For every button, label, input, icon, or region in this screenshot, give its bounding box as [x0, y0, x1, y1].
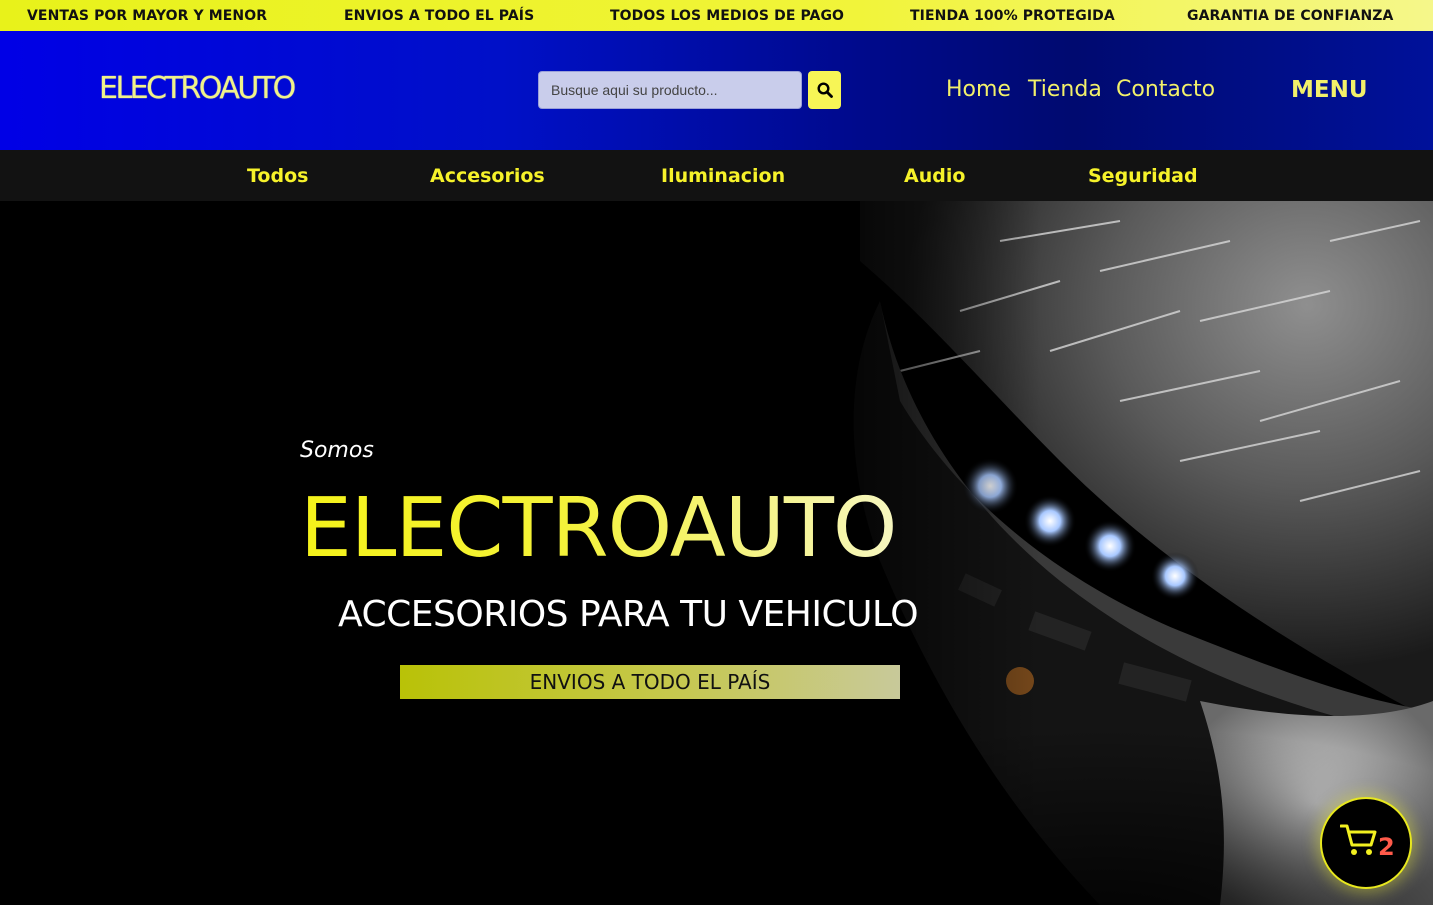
announcement-item: VENTAS POR MAYOR Y MENOR	[27, 8, 268, 24]
hero-brand: ELECTROAUTO	[300, 481, 897, 576]
search-input[interactable]	[538, 71, 802, 109]
nav-link-tienda[interactable]: Tienda	[1028, 77, 1102, 102]
announcement-bar: VENTAS POR MAYOR Y MENOR ENVIOS A TODO E…	[0, 0, 1433, 31]
nav-link-contacto[interactable]: Contacto	[1116, 77, 1215, 102]
cart-count-badge: 2	[1378, 833, 1395, 861]
announcement-item: TIENDA 100% PROTEGIDA	[910, 8, 1115, 24]
category-iluminacion[interactable]: Iluminacion	[661, 165, 785, 187]
search-button[interactable]	[808, 71, 841, 109]
menu-button[interactable]: MENU	[1291, 77, 1368, 103]
announcement-item: GARANTIA DE CONFIANZA	[1187, 8, 1394, 24]
cart-icon	[1340, 824, 1377, 855]
announcement-item: TODOS LOS MEDIOS DE PAGO	[610, 8, 845, 24]
category-seguridad[interactable]: Seguridad	[1088, 165, 1198, 187]
cart-button[interactable]: 2	[1320, 797, 1412, 889]
hero-tagline: ACCESORIOS PARA TU VEHICULO	[338, 594, 919, 635]
category-bar: Todos Accesorios Iluminacion Audio Segur…	[0, 150, 1433, 201]
category-todos[interactable]: Todos	[247, 165, 308, 187]
announcement-item: ENVIOS A TODO EL PAÍS	[344, 8, 535, 24]
category-accesorios[interactable]: Accesorios	[430, 165, 545, 187]
hero-banner: Somos ELECTROAUTO ACCESORIOS PARA TU VEH…	[0, 201, 1433, 905]
shipping-banner: ENVIOS A TODO EL PAÍS	[400, 665, 900, 699]
nav-link-home[interactable]: Home	[946, 77, 1011, 102]
search-icon	[816, 82, 833, 98]
site-header: ELECTROAUTO Home Tienda Contacto MENU	[0, 31, 1433, 150]
category-audio[interactable]: Audio	[904, 165, 965, 187]
site-logo[interactable]: ELECTROAUTO	[99, 71, 296, 106]
hero-intro: Somos	[300, 438, 374, 463]
